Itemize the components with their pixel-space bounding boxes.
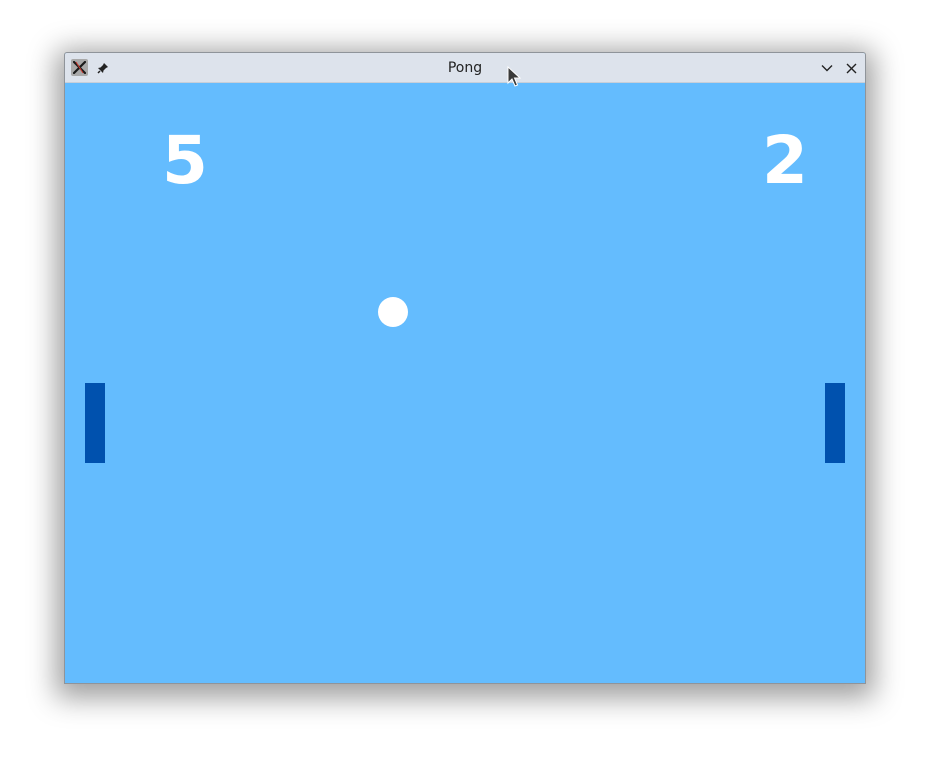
desktop: Pong 5 2 bbox=[0, 0, 930, 760]
right-paddle bbox=[825, 383, 845, 463]
close-icon[interactable] bbox=[843, 60, 859, 76]
game-canvas[interactable]: 5 2 bbox=[65, 83, 865, 683]
window-title: Pong bbox=[447, 60, 483, 76]
chevron-down-icon[interactable] bbox=[819, 60, 835, 76]
left-paddle bbox=[85, 383, 105, 463]
titlebar[interactable]: Pong bbox=[65, 53, 865, 83]
pong-window: Pong 5 2 bbox=[64, 52, 866, 684]
left-score: 5 bbox=[162, 122, 208, 199]
right-score: 2 bbox=[762, 122, 808, 199]
ball bbox=[378, 297, 408, 327]
